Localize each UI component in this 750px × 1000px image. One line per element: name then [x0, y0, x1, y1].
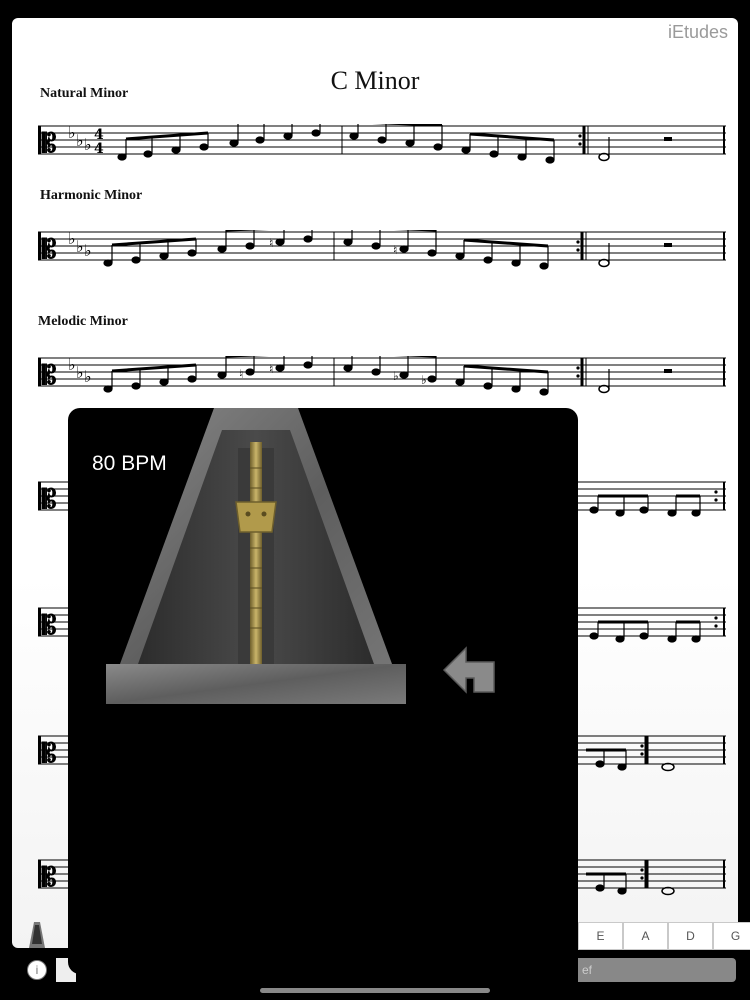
staff-melodic-minor: 𝄡 ♭ ♭ ♭ ♮ ♮ ♭ ♭ — [38, 356, 728, 396]
svg-text:𝄡: 𝄡 — [41, 863, 57, 893]
svg-text:♭: ♭ — [84, 241, 92, 260]
svg-text:♭: ♭ — [84, 135, 92, 154]
note-key-e[interactable]: E — [578, 922, 623, 950]
svg-text:𝄡: 𝄡 — [41, 485, 57, 515]
svg-text:𝄡: 𝄡 — [41, 739, 57, 769]
section-label-melodic: Melodic Minor — [38, 314, 128, 329]
svg-text:♭: ♭ — [76, 131, 84, 150]
svg-text:𝄡: 𝄡 — [41, 611, 57, 641]
svg-text:♭: ♭ — [76, 237, 84, 256]
svg-text:♭: ♭ — [84, 367, 92, 386]
string-selector: E A D G — [578, 922, 750, 950]
staff-lines: 𝄡 ♭ ♭ ♭ — [38, 230, 726, 270]
metronome-icon[interactable] — [28, 922, 46, 948]
staff-harmonic-minor: 𝄡 ♭ ♭ ♭ ♮ ♮ — [38, 230, 728, 270]
section-label-natural: Natural Minor — [40, 86, 129, 101]
metronome-icon[interactable] — [106, 408, 406, 704]
svg-text:♭: ♭ — [76, 363, 84, 382]
svg-text:𝄡: 𝄡 — [41, 361, 57, 391]
svg-text:♭: ♭ — [393, 369, 399, 383]
info-button[interactable]: i — [27, 960, 47, 980]
note-key-g[interactable]: G — [713, 922, 750, 950]
home-indicator — [260, 988, 490, 993]
svg-text:♭: ♭ — [68, 230, 76, 248]
back-arrow-icon[interactable] — [442, 644, 498, 696]
note-key-d[interactable]: D — [668, 922, 713, 950]
svg-text:♭: ♭ — [421, 373, 427, 387]
note-key-a[interactable]: A — [623, 922, 668, 950]
svg-text:𝄡: 𝄡 — [41, 235, 57, 265]
brand-label: iEtudes — [667, 22, 728, 42]
svg-text:♭: ♭ — [68, 124, 76, 142]
staff-lines: 𝄡 ♭ ♭ ♭ — [38, 356, 726, 396]
staff-lines: 𝄡 ♭ ♭ ♭ 4 4 — [38, 124, 726, 164]
staff-natural-minor: 𝄡 ♭ ♭ ♭ 4 4 — [38, 124, 728, 164]
metronome-panel: 80 BPM — [68, 408, 578, 974]
svg-text:♮: ♮ — [269, 362, 273, 376]
svg-text:♮: ♮ — [269, 236, 273, 250]
svg-text:♮: ♮ — [393, 243, 397, 257]
section-label-harmonic: Harmonic Minor — [40, 188, 143, 203]
svg-text:♭: ♭ — [68, 356, 76, 374]
svg-text:♮: ♮ — [239, 367, 243, 381]
svg-text:𝄡: 𝄡 — [41, 129, 57, 159]
clef-selector[interactable]: ef — [578, 958, 736, 982]
svg-text:4: 4 — [94, 141, 104, 157]
